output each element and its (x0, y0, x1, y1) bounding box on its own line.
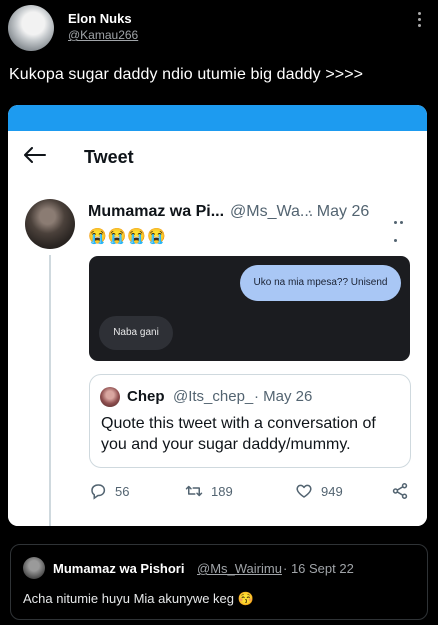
quoted-name: Chep (127, 388, 165, 405)
quoted-handle: @Its_chep_ (173, 388, 254, 405)
screenshot-more-icon (394, 211, 410, 242)
retweet-icon (185, 485, 203, 497)
quoted-date: · May 26 (254, 388, 313, 405)
tweet-image[interactable]: Tweet Mumamaz wa Pi... @Ms_Wa... · May 2… (8, 105, 427, 526)
retweet-action: 189 (185, 481, 233, 501)
chat-screenshot: Uko na mia mpesa?? Unisend Naba gani (89, 256, 410, 361)
author-handle[interactable]: @Kamau266 (68, 28, 138, 42)
chat-bubble-outgoing: Uko na mia mpesa?? Unisend (240, 265, 401, 301)
quoted-tweet[interactable]: Mumamaz wa Pishori @Ms_Wairimu · 16 Sept… (10, 544, 428, 620)
screenshot-avatar (25, 199, 75, 249)
chat-bubble-incoming: Naba gani (99, 316, 173, 350)
action-bar: 56 189 949 (89, 481, 409, 503)
image-top-bar (8, 105, 427, 131)
screenshot-author-name: Mumamaz wa Pi... (88, 203, 225, 220)
quoted-tweet-avatar (23, 557, 45, 579)
avatar[interactable] (8, 5, 54, 51)
quoted-text: Quote this tweet with a conversation of … (101, 415, 376, 453)
quoted-tweet-text: Acha nitumie huyu Mia akunywe keg 😚 (23, 591, 254, 606)
more-options-icon[interactable] (418, 12, 422, 30)
share-icon (392, 483, 408, 499)
screenshot-author-handle: @Ms_Wa... (230, 203, 314, 220)
like-count: 949 (321, 483, 343, 499)
author-name[interactable]: Elon Nuks (68, 11, 132, 26)
back-arrow-icon (24, 147, 46, 163)
share-action (391, 481, 417, 501)
reply-action: 56 (89, 481, 129, 501)
screenshot-header-title: Tweet (84, 147, 134, 167)
emoji-row: 😭😭😭😭 (88, 228, 167, 245)
reply-count: 56 (115, 483, 130, 499)
thread-line (49, 255, 51, 526)
quoted-avatar (100, 387, 120, 407)
quoted-tweet-handle: @Ms_Wairimu (197, 561, 282, 576)
screenshot-content: Tweet Mumamaz wa Pi... @Ms_Wa... · May 2… (8, 131, 427, 526)
quoted-tweet-name: Mumamaz wa Pishori (53, 561, 185, 576)
retweet-count: 189 (211, 483, 233, 499)
like-action: 949 (295, 481, 343, 501)
screenshot-date: · May 26 (307, 203, 370, 220)
tweet-text: Kukopa sugar daddy ndio utumie big daddy… (9, 66, 364, 83)
reply-icon (91, 484, 106, 500)
heart-icon (296, 484, 312, 498)
quoted-tweet-date: · 16 Sept 22 (283, 561, 354, 576)
quoted-tweet-card: Chep @Its_chep_ · May 26 Quote this twee… (89, 374, 411, 468)
